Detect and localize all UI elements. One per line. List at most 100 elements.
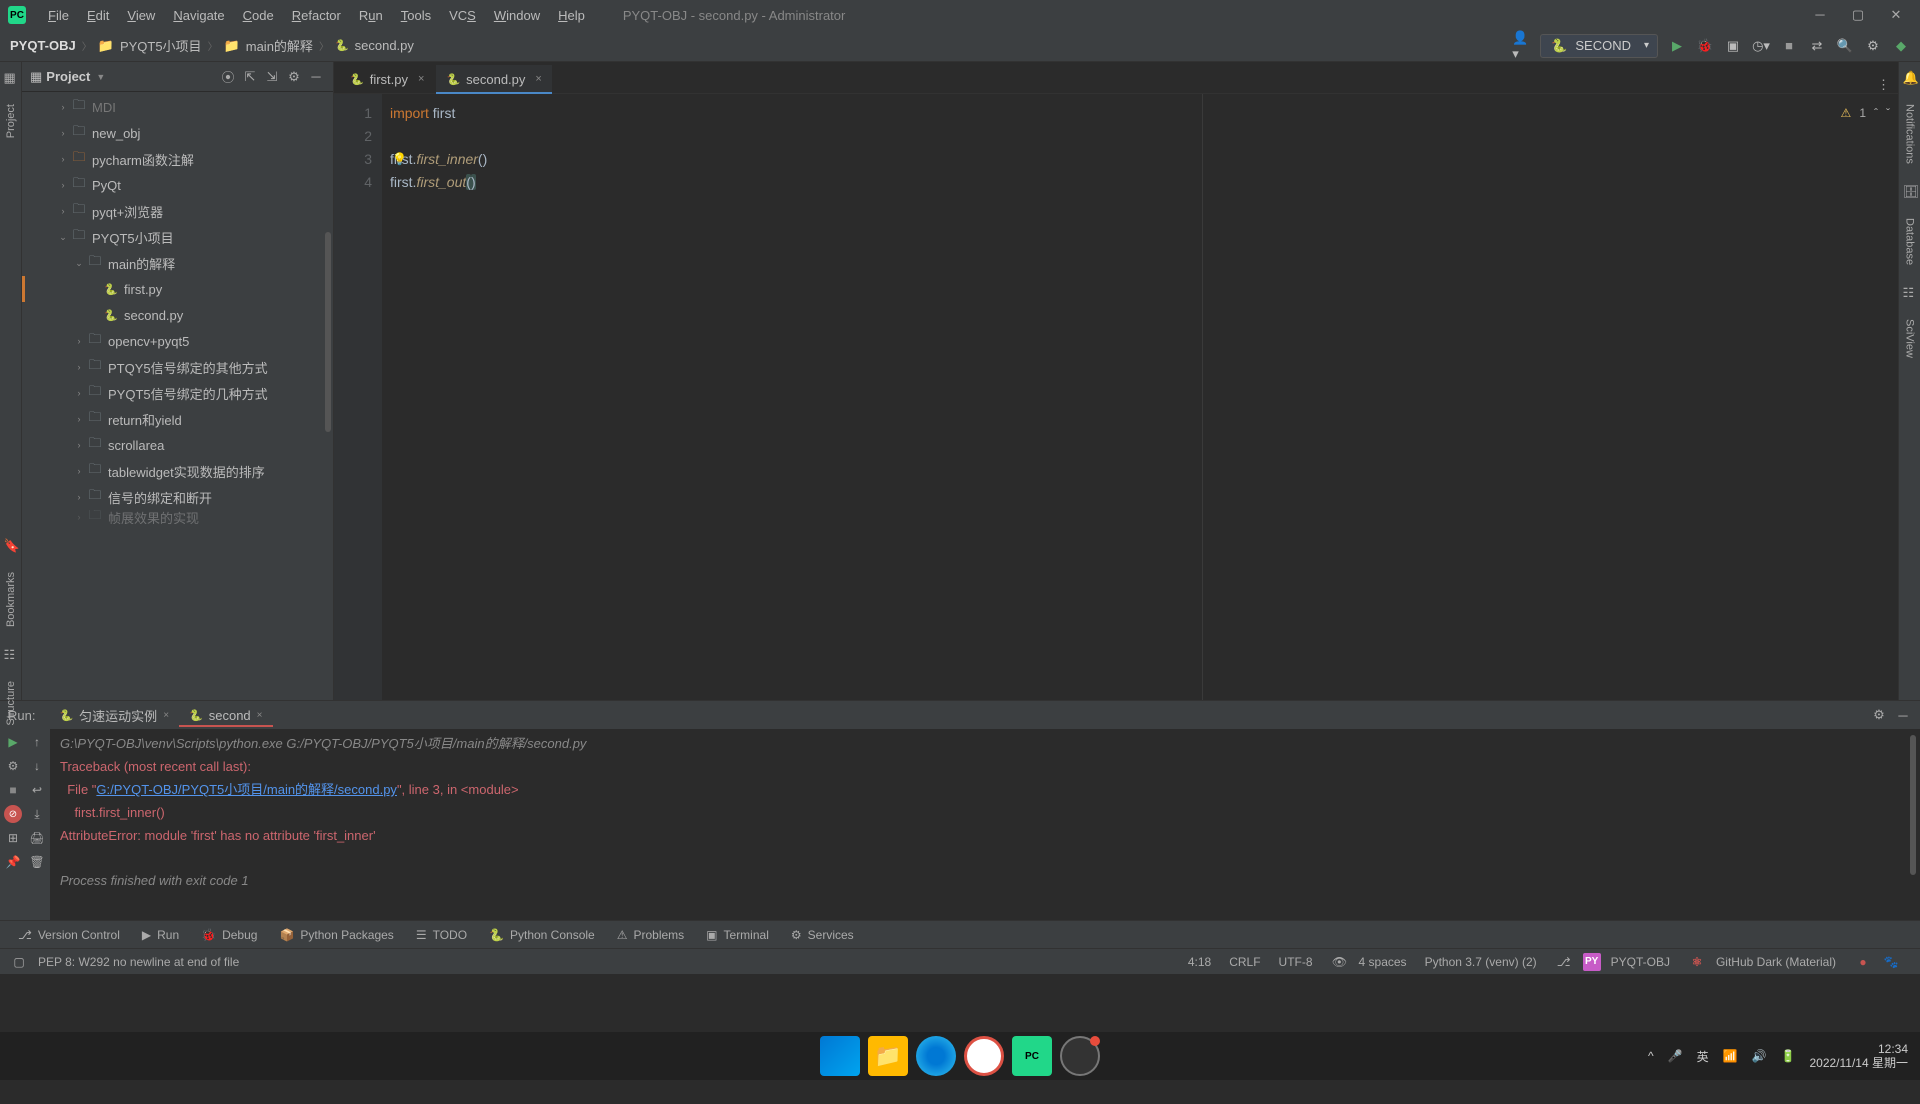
tree-arrow-icon[interactable]: › <box>56 180 70 190</box>
tree-arrow-icon[interactable]: › <box>56 128 70 138</box>
code-area[interactable]: 💡 import first first.first_inner() first… <box>382 94 1898 700</box>
menu-refactor[interactable]: Refactor <box>284 4 349 27</box>
tree-arrow-icon[interactable]: › <box>72 440 86 450</box>
up-icon[interactable]: ↑ <box>28 733 46 751</box>
caret-position[interactable]: 4:18 <box>1188 955 1211 969</box>
wifi-icon[interactable]: 📶 <box>1723 1049 1738 1063</box>
tool-windows-icon[interactable]: ▢ <box>10 953 28 971</box>
menu-vcs[interactable]: VCS <box>441 4 484 27</box>
tree-item[interactable]: ›🗀pyqt+浏览器 <box>22 198 333 224</box>
tool-window-button[interactable]: ⚠Problems <box>607 924 694 946</box>
scroll-end-icon[interactable]: ⤓ <box>28 805 46 823</box>
menu-file[interactable]: File <box>40 4 77 27</box>
run-tab[interactable]: 🐍 匀速运动实例 × <box>49 702 179 729</box>
battery-icon[interactable]: 🔋 <box>1781 1049 1796 1063</box>
rerun-icon[interactable]: ▶ <box>4 733 22 751</box>
console-output[interactable]: G:\PYQT-OBJ\venv\Scripts\python.exe G:/P… <box>50 729 1920 920</box>
tool-window-button[interactable]: 🐍Python Console <box>479 924 605 946</box>
attach-debugger-icon[interactable]: ⚙ <box>4 757 22 775</box>
chrome-icon[interactable] <box>964 1036 1004 1076</box>
database-icon[interactable]: 🗄 <box>1903 184 1917 198</box>
editor-tab-first[interactable]: 🐍 first.py × <box>340 65 434 93</box>
theme-name[interactable]: GitHub Dark (Material) <box>1716 955 1836 969</box>
tree-arrow-icon[interactable]: › <box>56 206 70 216</box>
breadcrumb-item[interactable]: main的解释 <box>246 36 313 55</box>
inspection-widget[interactable]: ⚠ 1 ˆ ˇ <box>1841 102 1890 125</box>
tool-window-button[interactable]: ⚙Services <box>781 924 864 946</box>
project-tool-icon[interactable]: ▦ <box>4 70 18 84</box>
hide-icon[interactable]: ─ <box>1894 708 1912 723</box>
layout-icon[interactable]: ⊞ <box>4 829 22 847</box>
scrollbar[interactable] <box>1910 735 1916 875</box>
collapse-all-icon[interactable]: ⇲ <box>263 69 281 85</box>
edge-icon[interactable] <box>916 1036 956 1076</box>
close-tab-icon[interactable]: × <box>418 73 424 85</box>
stop-icon[interactable]: ■ <box>1780 37 1798 55</box>
menu-help[interactable]: Help <box>550 4 593 27</box>
tree-item[interactable]: 🐍first.py <box>22 276 333 302</box>
tool-window-button[interactable]: 📦Python Packages <box>269 924 403 946</box>
tree-item[interactable]: ›🗀PTQY5信号绑定的其他方式 <box>22 354 333 380</box>
close-tab-icon[interactable]: × <box>257 710 263 721</box>
run-configuration-selector[interactable]: 🐍 SECOND <box>1540 34 1658 58</box>
stop-icon[interactable]: ■ <box>4 781 22 799</box>
menu-run[interactable]: Run <box>351 4 391 27</box>
tree-item[interactable]: ›🗀PYQT5信号绑定的几种方式 <box>22 380 333 406</box>
locate-icon[interactable]: ⦿ <box>219 67 237 86</box>
tool-window-button[interactable]: ▶Run <box>132 924 189 946</box>
debug-icon[interactable]: 🐞 <box>1696 37 1714 55</box>
file-explorer-icon[interactable]: 📁 <box>868 1036 908 1076</box>
tree-item[interactable]: ›🗀pycharm函数注解 <box>22 146 333 172</box>
clear-icon[interactable]: 🗑 <box>28 853 46 871</box>
run-tab[interactable]: 🐍 second × <box>179 704 272 727</box>
soft-wrap-icon[interactable]: ↩ <box>28 781 46 799</box>
profile-icon[interactable]: ◷▾ <box>1752 37 1770 55</box>
code-with-me-icon[interactable]: ⇄ <box>1808 37 1826 55</box>
indent-info[interactable]: 4 spaces <box>1359 955 1407 969</box>
tree-item[interactable]: ⌄🗀PYQT5小项目 <box>22 224 333 250</box>
bookmarks-tool-icon[interactable]: 🔖 <box>4 538 18 552</box>
plugins-icon[interactable]: ◆ <box>1892 37 1910 55</box>
tool-window-button[interactable]: ▣Terminal <box>696 924 779 946</box>
structure-tool-label[interactable]: Structure <box>5 681 17 726</box>
mic-icon[interactable]: 🎤 <box>1668 1049 1683 1063</box>
settings-icon[interactable]: ⚙ <box>285 69 303 85</box>
tree-item[interactable]: ›🗀scrollarea <box>22 432 333 458</box>
tree-item[interactable]: ›🗀帧展效果的实现 <box>22 510 333 524</box>
tree-item[interactable]: ›🗀return和yield <box>22 406 333 432</box>
tree-item[interactable]: ›🗀PyQt <box>22 172 333 198</box>
prev-highlight-icon[interactable]: ˆ <box>1874 102 1878 125</box>
menu-navigate[interactable]: Navigate <box>165 4 232 27</box>
start-button[interactable] <box>820 1036 860 1076</box>
exit-icon[interactable]: ⊘ <box>4 805 22 823</box>
maximize-icon[interactable]: ▢ <box>1850 7 1866 23</box>
intention-bulb-icon[interactable]: 💡 <box>392 148 407 171</box>
menu-code[interactable]: Code <box>235 4 282 27</box>
notifications-label[interactable]: Notifications <box>1904 104 1916 164</box>
breadcrumb-item[interactable]: PYQT5小项目 <box>120 36 202 55</box>
ime-indicator[interactable]: 英 <box>1697 1048 1709 1065</box>
python-interpreter[interactable]: Python 3.7 (venv) (2) <box>1425 955 1537 969</box>
search-icon[interactable]: 🔍 <box>1836 37 1854 55</box>
menu-tools[interactable]: Tools <box>393 4 439 27</box>
sciview-icon[interactable]: ☷ <box>1903 285 1917 299</box>
tree-item[interactable]: ›🗀tablewidget实现数据的排序 <box>22 458 333 484</box>
close-tab-icon[interactable]: × <box>163 710 169 721</box>
volume-icon[interactable]: 🔊 <box>1752 1049 1767 1063</box>
notifications-icon[interactable]: 🔔 <box>1903 70 1917 84</box>
tree-item[interactable]: 🐍second.py <box>22 302 333 328</box>
database-label[interactable]: Database <box>1904 218 1916 265</box>
tree-item[interactable]: ›🗀信号的绑定和断开 <box>22 484 333 510</box>
readonly-icon[interactable]: 👁 <box>1331 953 1349 971</box>
tree-arrow-icon[interactable]: › <box>56 102 70 112</box>
tree-item[interactable]: ›🗀new_obj <box>22 120 333 146</box>
file-link[interactable]: G:/PYQT-OBJ/PYQT5小项目/main的解释/second.py <box>96 782 397 797</box>
tree-arrow-icon[interactable]: › <box>72 388 86 398</box>
paw-icon[interactable]: 🐾 <box>1882 953 1900 971</box>
tree-arrow-icon[interactable]: › <box>72 414 86 424</box>
project-tool-label[interactable]: Project <box>5 104 17 138</box>
sciview-label[interactable]: SciView <box>1904 319 1916 358</box>
tree-arrow-icon[interactable]: ⌄ <box>56 232 70 243</box>
tree-arrow-icon[interactable]: › <box>72 466 86 476</box>
pin-icon[interactable]: 📌 <box>4 853 22 871</box>
